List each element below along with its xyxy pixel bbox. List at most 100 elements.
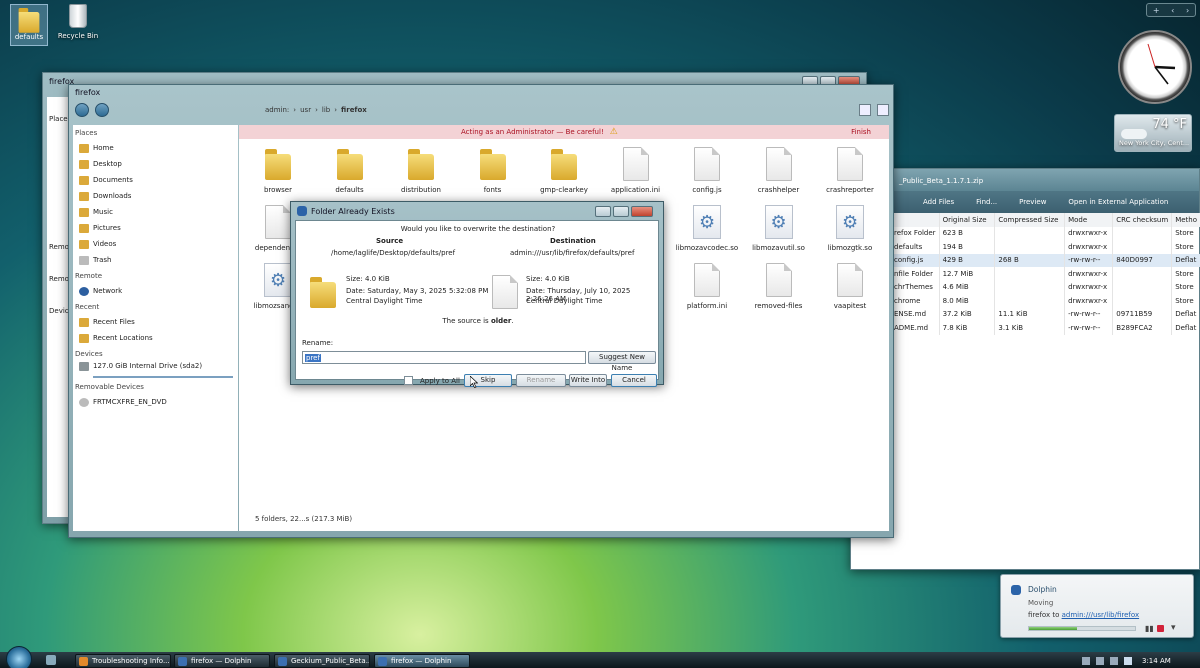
open-external-button[interactable]: Open in External Application <box>1068 198 1168 206</box>
prev-icon[interactable]: ‹ <box>1171 6 1174 15</box>
volume-icon[interactable] <box>1124 657 1132 665</box>
place-item-desktop[interactable]: Desktop <box>75 156 238 172</box>
breadcrumb-item[interactable]: firefox <box>341 106 367 114</box>
table-row[interactable]: ENSE.md 37.2 KiB 11.1 KiB -rw-rw-r-- 09711B5… <box>891 307 1200 321</box>
minimize-button[interactable] <box>595 205 611 217</box>
breadcrumb[interactable]: admin: › usr › lib › firefox <box>265 106 367 114</box>
file-item[interactable]: fonts <box>456 147 530 194</box>
places-header: Places <box>75 129 98 137</box>
folder-icon <box>17 6 41 33</box>
dolphin-titlebar[interactable]: firefox <box>69 85 893 99</box>
device-item-internal-drive[interactable]: 127.0 GiB Internal Drive (sda2) <box>75 361 238 379</box>
table-cell: -rw-rw-r-- <box>1064 321 1114 335</box>
add-gadget-button[interactable]: + <box>1153 6 1160 15</box>
rename-field[interactable]: pref <box>302 351 586 364</box>
file-item[interactable]: libmozgtk.so <box>813 205 887 252</box>
notification-progress-fill <box>1029 627 1077 630</box>
breadcrumb-item[interactable]: admin: <box>265 106 289 114</box>
file-item[interactable]: crashreporter <box>813 147 887 194</box>
table-cell: 7.8 KiB <box>939 321 996 335</box>
app-icon <box>378 657 387 666</box>
table-cell: ADME.md <box>891 321 940 335</box>
place-item-trash[interactable]: Trash <box>75 252 238 268</box>
pause-icon[interactable]: ▮▮ <box>1145 624 1154 633</box>
table-row[interactable]: config.js 429 B 268 B -rw-rw-r-- 840D0997 Def… <box>891 253 1200 267</box>
write-into-button[interactable]: Write Into <box>569 374 607 387</box>
admin-finish-button[interactable]: Finish <box>851 128 871 136</box>
preview-button[interactable]: Preview <box>1019 198 1046 206</box>
place-item-recent-files[interactable]: Recent Files <box>75 314 238 330</box>
file-item[interactable]: vaapitest <box>813 263 887 310</box>
file-item[interactable]: libmozavutil.so <box>742 205 816 252</box>
file-item[interactable]: defaults <box>313 147 387 194</box>
place-item-home[interactable]: Home <box>75 140 238 156</box>
taskbar-button[interactable]: Troubleshooting Info... <box>75 654 171 668</box>
breadcrumb-item[interactable]: usr <box>300 106 311 114</box>
clock-time[interactable]: 3:14 AM <box>1142 657 1171 665</box>
back-arrow-icon[interactable] <box>75 103 89 117</box>
place-item-documents[interactable]: Documents <box>75 172 238 188</box>
file-item[interactable]: libmozavcodec.so <box>670 205 744 252</box>
tray-icon[interactable] <box>1110 657 1118 665</box>
destination-path: admin:///usr/lib/firefox/defaults/pref <box>510 249 635 257</box>
taskbar-button[interactable]: firefox — Dolphin <box>174 654 270 668</box>
place-item-network[interactable]: Network <box>75 283 238 299</box>
file-item[interactable]: browser <box>241 147 315 194</box>
rename-button[interactable]: Rename <box>516 374 566 387</box>
place-item-downloads[interactable]: Downloads <box>75 188 238 204</box>
place-item-pictures[interactable]: Pictures <box>75 220 238 236</box>
notification-link[interactable]: admin:///usr/lib/firefox <box>1062 611 1140 619</box>
breadcrumb-separator: › <box>334 106 338 114</box>
place-item-recent-locations[interactable]: Recent Locations <box>75 330 238 346</box>
notification-text-prefix: firefox to <box>1028 611 1062 619</box>
table-row[interactable]: defaults 194 B drwxrwxr-x Store <box>891 240 1200 254</box>
table-row[interactable]: chrThemes 4.6 MiB drwxrwxr-x Store <box>891 280 1200 294</box>
place-item-music[interactable]: Music <box>75 204 238 220</box>
archive-titlebar[interactable]: _Public_Beta_1.1.7.1.zip <box>851 169 1199 191</box>
column-header[interactable]: CRC checksum <box>1112 213 1173 227</box>
apply-all-checkbox[interactable] <box>404 376 413 385</box>
column-header-name[interactable] <box>891 213 940 227</box>
file-item[interactable]: application.ini <box>599 147 673 194</box>
tray-icon[interactable] <box>1096 657 1104 665</box>
device-item-dvd[interactable]: FRTMCXFRE_EN_DVD <box>75 394 238 410</box>
column-header[interactable]: Mode <box>1064 213 1114 227</box>
split-view-icon[interactable] <box>859 104 871 116</box>
table-row[interactable]: chrome 8.0 MiB drwxrwxr-x Store <box>891 294 1200 308</box>
start-button[interactable] <box>6 646 32 668</box>
menu-icon[interactable] <box>877 104 889 116</box>
expand-icon[interactable]: ▾ <box>1171 623 1176 633</box>
taskbar-button[interactable]: Geckium_Public_Beta... <box>274 654 370 668</box>
desktop-icon-defaults[interactable]: defaults <box>10 4 48 46</box>
dialog-titlebar[interactable]: Folder Already Exists <box>295 202 659 220</box>
column-header[interactable]: Compressed Size <box>994 213 1066 227</box>
column-header[interactable]: Original Size <box>939 213 996 227</box>
firefox-icon <box>79 657 88 666</box>
file-item[interactable]: platform.ini <box>670 263 744 310</box>
maximize-button[interactable] <box>613 205 629 217</box>
tray-icon[interactable] <box>1082 657 1090 665</box>
file-item[interactable]: config.js <box>670 147 744 194</box>
table-row[interactable]: refox Folder 623 B drwxrwxr-x Store <box>891 226 1200 240</box>
table-header: Original Size Compressed Size Mode CRC c… <box>891 213 1200 227</box>
table-row[interactable]: ADME.md 7.8 KiB 3.1 KiB -rw-rw-r-- B289FCA2 D… <box>891 321 1200 335</box>
stop-icon[interactable] <box>1157 625 1164 632</box>
file-item[interactable]: crashhelper <box>742 147 816 194</box>
add-files-button[interactable]: Add Files <box>923 198 954 206</box>
file-item[interactable]: distribution <box>384 147 458 194</box>
forward-arrow-icon[interactable] <box>95 103 109 117</box>
suggest-name-button[interactable]: Suggest New Name <box>588 351 656 372</box>
find-button[interactable]: Find... <box>976 198 997 206</box>
taskbar-button[interactable]: firefox — Dolphin <box>374 654 470 668</box>
cancel-button[interactable]: Cancel <box>611 374 657 387</box>
table-row[interactable]: nfile Folder 12.7 MiB drwxrwxr-x Store <box>891 267 1200 281</box>
quick-launch-icon[interactable] <box>46 655 56 665</box>
file-item[interactable]: gmp-clearkey <box>527 147 601 194</box>
breadcrumb-item[interactable]: lib <box>322 106 330 114</box>
file-item[interactable]: removed-files <box>742 263 816 310</box>
desktop-icon-recycle-bin[interactable]: Recycle Bin <box>56 4 100 40</box>
close-button[interactable] <box>631 205 653 217</box>
place-item-videos[interactable]: Videos <box>75 236 238 252</box>
next-icon[interactable]: › <box>1186 6 1189 15</box>
column-header[interactable]: Metho <box>1171 213 1200 227</box>
